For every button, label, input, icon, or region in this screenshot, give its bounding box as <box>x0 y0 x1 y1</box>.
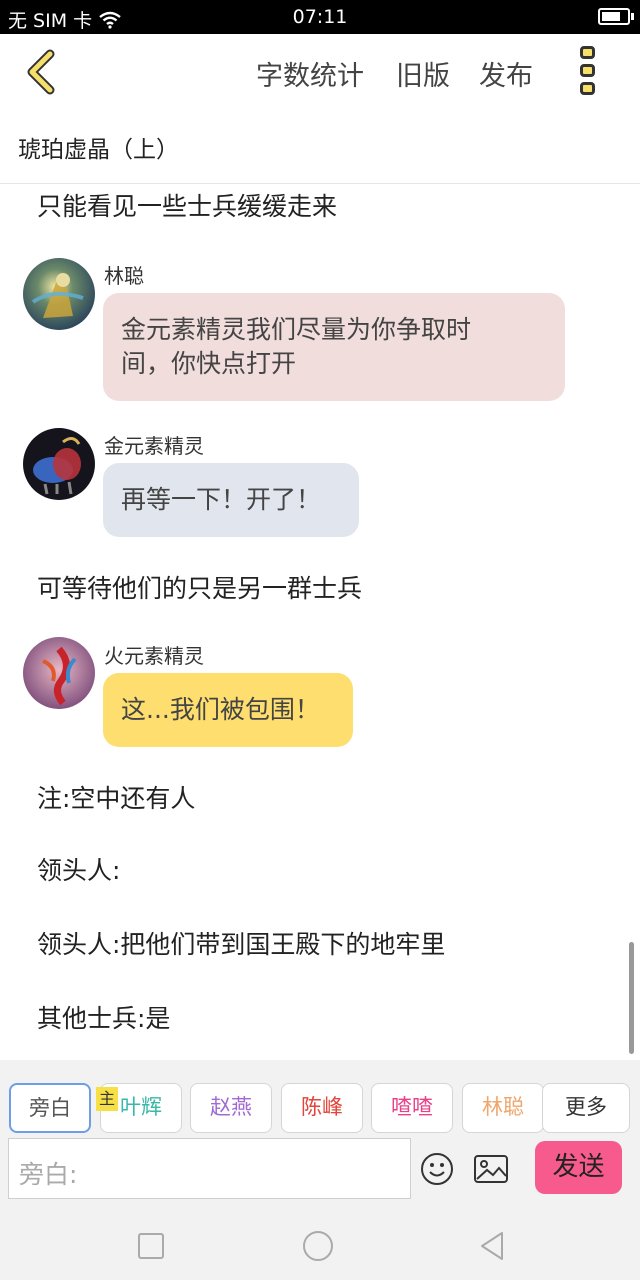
avatar-lin-cong[interactable] <box>23 258 95 330</box>
send-button[interactable]: 发送 <box>535 1141 622 1194</box>
speaker-name: 金元素精灵 <box>104 434 204 458</box>
header: 字数统计 旧版 发布 <box>0 34 640 110</box>
avatar-image <box>23 258 95 330</box>
message-text: 金元素精灵我们尽量为你争取时 <box>121 315 472 344</box>
speaker-name: 火元素精灵 <box>104 644 204 668</box>
status-time: 07:11 <box>292 6 348 28</box>
narration-line: 其他士兵:是 <box>37 1004 171 1033</box>
message-text: 这...我们被包围！ <box>121 695 320 724</box>
emoji-icon[interactable] <box>420 1152 454 1186</box>
message-text: 再等一下！开了！ <box>121 485 322 514</box>
narration-line: 领头人:把他们带到国王殿下的地牢里 <box>37 930 446 959</box>
avatar-gold-spirit[interactable] <box>23 428 95 500</box>
document-title: 琥珀虚晶（上） <box>18 137 179 163</box>
role-button-lin-cong[interactable]: 林聪 <box>462 1083 544 1133</box>
battery-icon <box>598 8 634 25</box>
avatar-image <box>23 637 95 709</box>
narration-line: 可等待他们的只是另一群士兵 <box>37 574 363 603</box>
role-button-narrator[interactable]: 旁白 <box>9 1083 91 1133</box>
role-button-zhao-yan[interactable]: 赵燕 <box>190 1083 272 1133</box>
role-label: 陈峰 <box>301 1095 343 1119</box>
role-button-more[interactable]: 更多 <box>542 1083 630 1133</box>
document-title-bar: 琥珀虚晶（上） <box>0 110 640 184</box>
input-placeholder: 旁白: <box>19 1160 78 1189</box>
status-bar: 无 SIM 卡 07:11 <box>0 0 640 34</box>
back-nav-icon[interactable] <box>476 1230 508 1262</box>
back-arrow-icon <box>27 49 55 95</box>
host-badge: 主 <box>96 1087 118 1111</box>
avatar-image <box>23 428 95 500</box>
message-text: 间，你快点打开 <box>121 349 297 378</box>
input-panel: 旁白 叶辉 主 赵燕 陈峰 喳喳 林聪 更多 旁白: 发送 <box>0 1060 640 1210</box>
avatar-fire-spirit[interactable] <box>23 637 95 709</box>
narration-line: 只能看见一些士兵缓缓走来 <box>37 192 338 221</box>
message-bubble[interactable]: 这...我们被包围！ <box>103 673 353 747</box>
message-input[interactable]: 旁白: <box>8 1138 411 1199</box>
speaker-name: 林聪 <box>104 264 144 288</box>
image-icon[interactable] <box>473 1154 509 1184</box>
message-bubble[interactable]: 金元素精灵我们尽量为你争取时 间，你快点打开 <box>103 293 565 401</box>
recent-apps-icon[interactable] <box>135 1230 167 1262</box>
role-label: 赵燕 <box>210 1095 252 1119</box>
role-label: 林聪 <box>482 1095 524 1119</box>
publish-button[interactable]: 发布 <box>479 54 533 93</box>
role-button-zha-zha[interactable]: 喳喳 <box>371 1083 453 1133</box>
role-label: 更多 <box>565 1095 607 1119</box>
role-label: 叶辉 <box>120 1095 162 1119</box>
role-label: 喳喳 <box>391 1095 433 1119</box>
narration-line: 注:空中还有人 <box>37 784 196 813</box>
narration-line: 领头人: <box>37 856 121 885</box>
old-version-button[interactable]: 旧版 <box>396 54 450 93</box>
chat-content[interactable]: 只能看见一些士兵缓缓走来 林聪 金元素精灵我们尽量为你争取时 间，你快点打开 金… <box>0 185 640 1060</box>
scrollbar[interactable] <box>629 942 634 1054</box>
back-button[interactable] <box>18 46 68 96</box>
role-button-chen-feng[interactable]: 陈峰 <box>281 1083 363 1133</box>
role-label: 旁白 <box>29 1096 71 1120</box>
home-icon[interactable] <box>302 1230 334 1262</box>
system-nav-bar <box>0 1210 640 1280</box>
message-bubble[interactable]: 再等一下！开了！ <box>103 463 359 537</box>
more-menu-icon[interactable] <box>574 44 604 100</box>
word-count-button[interactable]: 字数统计 <box>256 54 364 93</box>
